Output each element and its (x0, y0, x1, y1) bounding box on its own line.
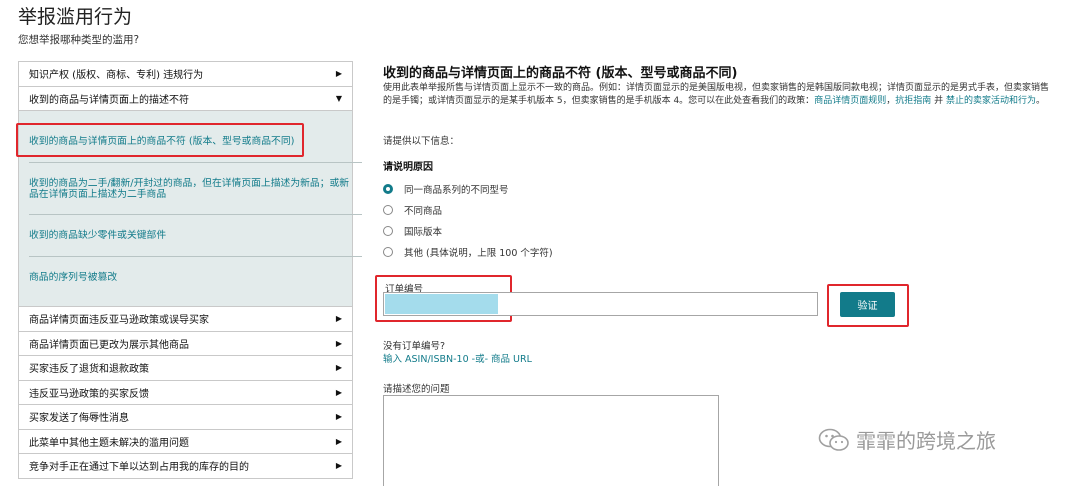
submenu-item-missing-parts[interactable]: 收到的商品缺少零件或关键部件 (29, 230, 354, 241)
menu-item-label: 知识产权 (版权、商标、专利) 违规行为 (29, 70, 204, 82)
desc-separator: 并 (931, 95, 946, 106)
arrow-right-icon: ▶ (335, 338, 342, 348)
arrow-down-icon: ▼ (335, 93, 342, 103)
abuse-type-menu: 知识产权 (版权、商标、专利) 违规行为 ▶ 收到的商品与详情页面上的描述不符 … (18, 61, 362, 479)
describe-problem-textarea[interactable] (383, 395, 719, 486)
verify-button[interactable]: 验证 (840, 292, 895, 317)
reason-option-different-model[interactable]: 同一商品系列的不同型号 (383, 182, 509, 196)
order-number-redaction (385, 294, 498, 314)
arrow-right-icon: ▶ (335, 461, 342, 471)
radio-label: 同一商品系列的不同型号 (404, 185, 509, 196)
menu-item-detail-page-changed[interactable]: 商品详情页面已更改为展示其他商品 ▶ (19, 331, 352, 356)
page-title: 举报滥用行为 (18, 6, 133, 28)
menu-item-label: 违反亚马逊政策的买家反馈 (29, 388, 149, 400)
wechat-icon (818, 428, 849, 451)
reason-option-international[interactable]: 国际版本 (383, 224, 442, 238)
submenu-item-different-version[interactable]: 收到的商品与详情页面上的商品不符 (版本、型号或商品不同) (29, 136, 354, 147)
form-title: 收到的商品与详情页面上的商品不符 (版本、型号或商品不同) (383, 66, 738, 81)
menu-item-label: 买家违反了退货和退款政策 (29, 364, 149, 376)
submenu-divider (29, 162, 362, 163)
menu-item-ip-violation[interactable]: 知识产权 (版权、商标、专利) 违规行为 ▶ (19, 62, 352, 87)
menu-item-inventory-hoarding[interactable]: 竞争对手正在通过下单以达到占用我的库存的目的 ▶ (19, 454, 352, 479)
arrow-right-icon: ▶ (335, 412, 342, 422)
no-order-label: 没有订单编号? (383, 341, 446, 352)
policy-link-guide[interactable]: 抗拒指南 (895, 96, 931, 106)
menu-item-return-policy[interactable]: 买家违反了退货和退款政策 ▶ (19, 356, 352, 381)
reason-option-different-product[interactable]: 不同商品 (383, 203, 442, 217)
desc-end: 。 (1035, 95, 1045, 106)
submenu-divider (29, 214, 362, 215)
radio-button[interactable] (383, 184, 393, 194)
menu-item-label: 竞争对手正在通过下单以达到占用我的库存的目的 (29, 462, 249, 474)
menu-item-abusive-message[interactable]: 买家发送了侮辱性消息 ▶ (19, 405, 352, 430)
watermark-text: 霏霏的跨境之旅 (856, 429, 996, 453)
watermark: 霏霏的跨境之旅 (818, 425, 996, 454)
menu-item-detail-page-policy[interactable]: 商品详情页面违反亚马逊政策或误导买家 ▶ (19, 307, 352, 332)
policy-link-prohibited[interactable]: 禁止的卖家活动和行为 (946, 96, 1036, 106)
arrow-right-icon: ▶ (335, 314, 342, 324)
policy-link-detail-page[interactable]: 商品详情页面规则 (814, 96, 886, 106)
submenu-panel: 收到的商品与详情页面上的商品不符 (版本、型号或商品不同) 收到的商品为二手/翻… (19, 111, 362, 307)
menu-item-other-abuse[interactable]: 此菜单中其他主题未解决的滥用问题 ▶ (19, 429, 352, 454)
menu-item-label: 商品详情页面已更改为展示其他商品 (29, 339, 189, 351)
page-subtitle: 您想举报哪种类型的滥用? (18, 34, 140, 46)
provide-info-label: 请提供以下信息： (383, 136, 460, 147)
enter-asin-link[interactable]: 输入 ASIN/ISBN-10 -或- 商品 URL (383, 351, 532, 365)
menu-item-not-as-described[interactable]: 收到的商品与详情页面上的描述不符 ▼ (19, 86, 352, 111)
menu-item-label: 商品详情页面违反亚马逊政策或误导买家 (29, 315, 209, 327)
menu-item-label: 此菜单中其他主题未解决的滥用问题 (29, 437, 189, 449)
arrow-right-icon: ▶ (335, 69, 342, 79)
radio-button[interactable] (383, 226, 393, 236)
submenu-divider (29, 256, 362, 257)
desc-separator: ， (886, 95, 896, 106)
radio-label: 不同商品 (404, 206, 443, 217)
describe-problem-label: 请描述您的问题 (383, 384, 450, 395)
form-description: 使用此表单举报所售与详情页面上显示不一致的商品。例如：详情页面显示的是美国版电视… (383, 82, 1053, 107)
radio-label: 其他 (具体说明，上限 100 个字符) (404, 248, 553, 259)
reason-label: 请说明原因 (383, 162, 433, 173)
submenu-item-serial-tampered[interactable]: 商品的序列号被篡改 (29, 272, 354, 283)
arrow-right-icon: ▶ (335, 436, 342, 446)
radio-button[interactable] (383, 205, 393, 215)
radio-label: 国际版本 (404, 227, 443, 238)
menu-item-label: 收到的商品与详情页面上的描述不符 (29, 94, 189, 106)
reason-option-other[interactable]: 其他 (具体说明，上限 100 个字符) (383, 245, 553, 259)
menu-item-label: 买家发送了侮辱性消息 (29, 413, 129, 425)
radio-button[interactable] (383, 247, 393, 257)
arrow-right-icon: ▶ (335, 387, 342, 397)
menu-item-buyer-feedback[interactable]: 违反亚马逊政策的买家反馈 ▶ (19, 380, 352, 405)
submenu-item-used-as-new[interactable]: 收到的商品为二手/翻新/开封过的商品，但在详情页面上描述为新品；或新品在详情页面… (29, 178, 354, 200)
arrow-right-icon: ▶ (335, 363, 342, 373)
